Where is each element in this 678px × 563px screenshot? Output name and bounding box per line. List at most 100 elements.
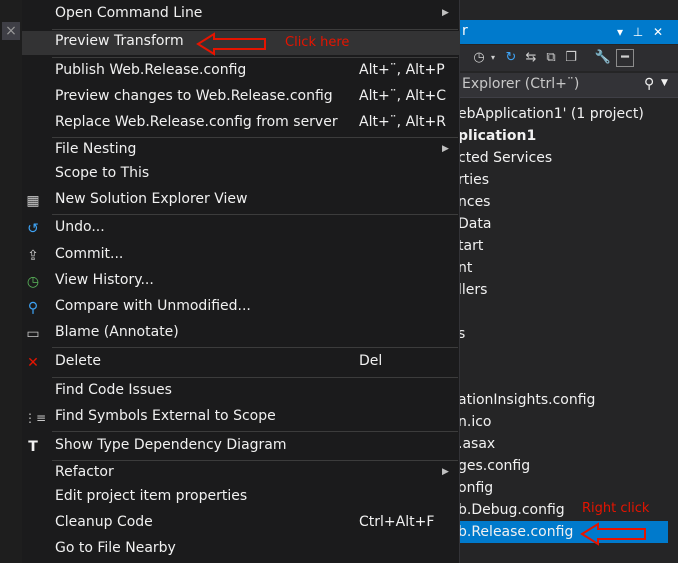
tree-item[interactable]: .asax [458, 433, 495, 455]
new-window-icon: ▦ [26, 193, 40, 209]
menu-item-label: Scope to This [55, 165, 150, 181]
menu-separator [52, 460, 458, 461]
panel-title: r [462, 23, 468, 39]
close-icon[interactable]: × [2, 22, 20, 40]
collapse-all-icon[interactable]: ⧉ [542, 49, 560, 67]
annotation-right-click: Right click [582, 501, 650, 516]
menu-item-commit[interactable]: ⇪ Commit... [22, 244, 460, 268]
menu-item-shortcut: Alt+¨, Alt+P [359, 62, 445, 78]
menu-item-label: Publish Web.Release.config [55, 62, 247, 78]
submenu-arrow-icon: ▶ [442, 144, 449, 154]
delete-icon: ✕ [27, 355, 39, 371]
annotation-click-here: Click here [285, 35, 350, 50]
commit-icon: ⇪ [27, 248, 39, 264]
tree-item[interactable]: nt [458, 257, 472, 279]
menu-item-label: Show Type Dependency Diagram [55, 437, 287, 453]
menu-item-label: Find Symbols External to Scope [55, 408, 276, 424]
window-options-dropdown-icon[interactable]: ▾ [611, 23, 629, 41]
solution-explorer-search[interactable]: Explorer (Ctrl+¨) ⚲ ▼ [458, 73, 678, 98]
menu-item-label: Undo... [55, 219, 105, 235]
tree-item[interactable]: b.Debug.config [458, 499, 565, 521]
menu-separator [52, 29, 458, 30]
show-all-files-icon[interactable]: ❐ [562, 49, 580, 67]
menu-item-show-type-dependency[interactable]: T Show Type Dependency Diagram [22, 435, 460, 459]
type-dependency-icon: T [28, 439, 38, 455]
menu-item-find-code-issues[interactable]: Find Code Issues [22, 380, 460, 404]
menu-item-go-to-file-nearby[interactable]: Go to File Nearby [22, 538, 460, 562]
chevron-down-icon[interactable]: ▾ [484, 49, 502, 67]
menu-item-preview-changes[interactable]: Preview changes to Web.Release.config Al… [22, 86, 460, 110]
menu-item-cleanup-code[interactable]: Cleanup Code Ctrl+Alt+F [22, 512, 460, 536]
search-input[interactable]: Explorer (Ctrl+¨) [462, 76, 579, 92]
menu-item-label: Preview changes to Web.Release.config [55, 88, 333, 104]
solution-explorer-panel: r ▾ ⊥ ✕ ◷ ▾ ↻ ⇆ ⧉ ❐ 🔧 ━ Explorer (Ctrl+¨… [458, 0, 678, 563]
tree-item[interactable]: tart [458, 235, 483, 257]
submenu-arrow-icon: ▶ [442, 467, 449, 477]
menu-item-delete[interactable]: ✕ Delete Del [22, 351, 460, 375]
menu-item-label: Commit... [55, 246, 124, 262]
menu-item-scope-to-this[interactable]: Scope to This [22, 163, 460, 187]
menu-item-blame[interactable]: ▭ Blame (Annotate) [22, 322, 460, 346]
annotation-arrow-right-click [580, 522, 646, 546]
menu-item-compare-with-unmodified[interactable]: ⚲ Compare with Unmodified... [22, 296, 460, 320]
tree-item[interactable]: n.ico [458, 411, 491, 433]
menu-item-label: Cleanup Code [55, 514, 153, 530]
menu-item-edit-properties[interactable]: Edit project item properties [22, 486, 460, 510]
menu-item-new-solution-explorer-view[interactable]: ▦ New Solution Explorer View [22, 189, 460, 213]
menu-item-label: Find Code Issues [55, 382, 172, 398]
menu-item-label: Compare with Unmodified... [55, 298, 251, 314]
menu-separator [52, 347, 458, 348]
menu-item-refactor[interactable]: Refactor ▶ [22, 462, 460, 486]
menu-item-label: Delete [55, 353, 101, 369]
menu-item-label: Blame (Annotate) [55, 324, 179, 340]
tree-item[interactable]: ationInsights.config [458, 389, 595, 411]
menu-item-label: File Nesting [55, 141, 137, 157]
submenu-arrow-icon: ▶ [442, 8, 449, 18]
menu-item-find-symbols-external[interactable]: ⋮≡ Find Symbols External to Scope [22, 406, 460, 430]
find-symbols-icon: ⋮≡ [24, 411, 47, 425]
tree-item[interactable]: onfig [458, 477, 493, 499]
menu-item-label: Preview Transform [55, 33, 184, 49]
menu-item-view-history[interactable]: ◷ View History... [22, 270, 460, 294]
compare-icon: ⚲ [27, 300, 39, 316]
tree-item[interactable]: Data [458, 213, 491, 235]
close-icon[interactable]: ✕ [649, 23, 667, 41]
menu-separator [52, 377, 458, 378]
menu-separator [52, 214, 458, 215]
menu-item-label: Open Command Line [55, 5, 203, 21]
menu-item-file-nesting[interactable]: File Nesting ▶ [22, 139, 460, 163]
chevron-down-icon[interactable]: ▼ [661, 78, 668, 88]
preview-selected-icon[interactable]: ━ [616, 49, 634, 67]
editor-area: × [0, 0, 22, 563]
menu-item-shortcut: Alt+¨, Alt+C [359, 88, 447, 104]
undo-icon: ↺ [27, 221, 39, 237]
menu-item-label: New Solution Explorer View [55, 191, 248, 207]
annotation-arrow-click-here [196, 32, 266, 56]
wrench-icon[interactable]: 🔧 [594, 49, 612, 67]
refresh-icon[interactable]: ↻ [502, 49, 520, 67]
solution-explorer-titlebar: r ▾ ⊥ ✕ [458, 20, 678, 44]
menu-item-shortcut: Alt+¨, Alt+R [359, 114, 447, 130]
menu-item-publish[interactable]: Publish Web.Release.config Alt+¨, Alt+P [22, 60, 460, 84]
menu-separator [52, 57, 458, 58]
menu-item-label: Go to File Nearby [55, 540, 176, 556]
tree-item[interactable]: cted Services [458, 147, 552, 169]
menu-item-label: View History... [55, 272, 154, 288]
tree-item[interactable]: nces [458, 191, 490, 213]
tree-item-project[interactable]: plication1 [458, 125, 536, 147]
menu-item-replace-from-server[interactable]: Replace Web.Release.config from server A… [22, 112, 460, 136]
tree-item[interactable]: ges.config [458, 455, 530, 477]
tree-item-solution[interactable]: ebApplication1' (1 project) [458, 103, 644, 125]
tree-item[interactable]: rties [458, 169, 489, 191]
tree-item[interactable]: llers [458, 279, 487, 301]
pin-icon[interactable]: ⊥ [629, 23, 647, 41]
menu-item-label: Refactor [55, 464, 114, 480]
menu-item-undo[interactable]: ↺ Undo... [22, 217, 460, 241]
menu-separator [52, 431, 458, 432]
menu-item-shortcut: Del [359, 353, 383, 369]
context-menu: Open Command Line ▶ Preview Transform Pu… [22, 0, 460, 563]
sync-icon[interactable]: ⇆ [522, 49, 540, 67]
search-icon[interactable]: ⚲ [644, 76, 654, 92]
menu-item-open-command-line[interactable]: Open Command Line ▶ [22, 3, 460, 27]
menu-item-label: Replace Web.Release.config from server [55, 114, 338, 130]
